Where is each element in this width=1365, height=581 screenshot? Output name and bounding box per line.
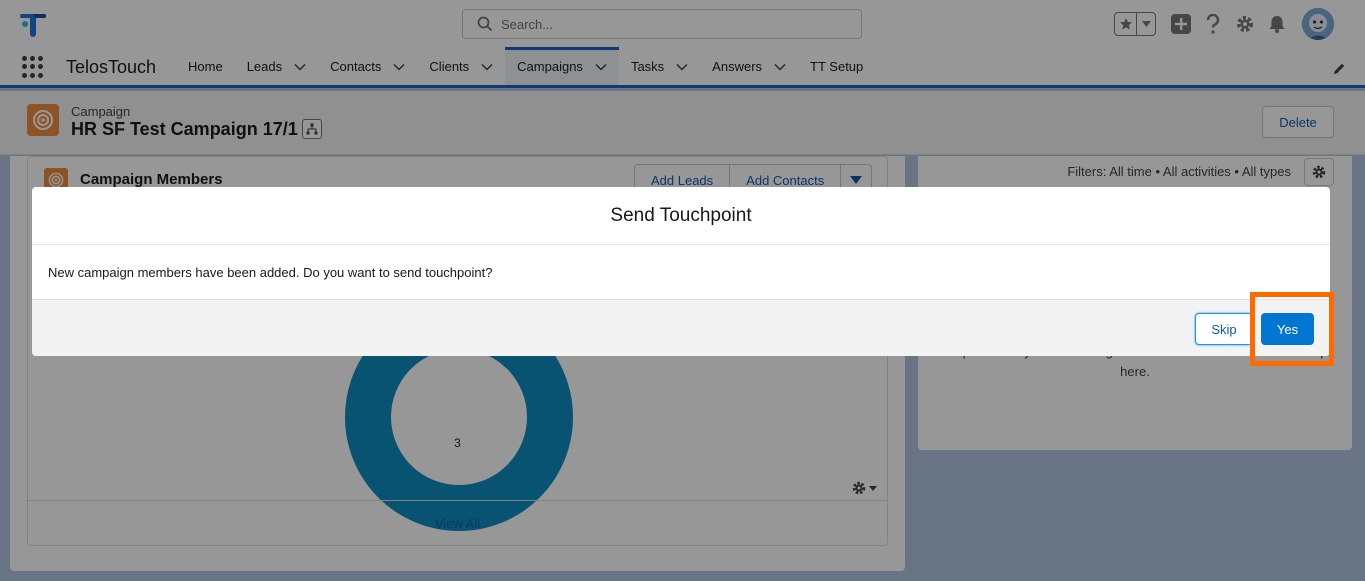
modal-title: Send Touchpoint: [610, 204, 752, 226]
modal-message: New campaign members have been added. Do…: [48, 264, 493, 280]
modal-body: New campaign members have been added. Do…: [32, 245, 1330, 299]
modal-footer: Skip Yes: [32, 299, 1330, 356]
yes-button-highlight: [1250, 292, 1334, 366]
send-touchpoint-modal: Send Touchpoint New campaign members hav…: [32, 187, 1330, 356]
skip-button[interactable]: Skip: [1195, 313, 1253, 345]
modal-header: Send Touchpoint: [32, 187, 1330, 245]
